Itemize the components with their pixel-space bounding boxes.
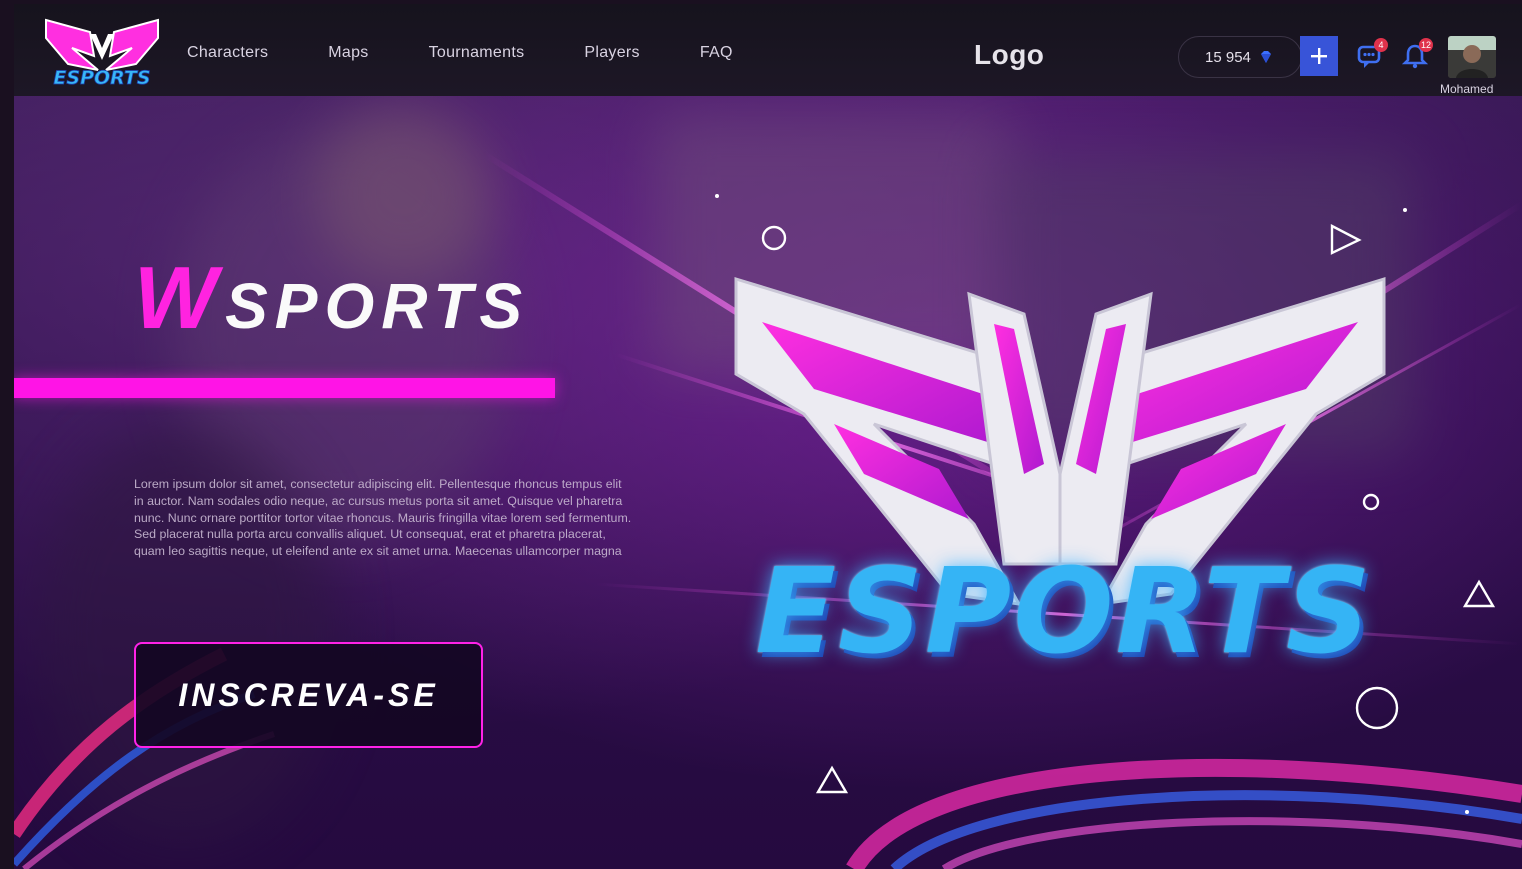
wallet-balance[interactable]: 15 954: [1178, 36, 1302, 78]
emblem-esports-text: ESPORTS: [755, 542, 1373, 680]
nav-item-maps[interactable]: Maps: [328, 44, 368, 62]
nav-item-characters[interactable]: Characters: [187, 44, 268, 62]
hero-title: W SPORTS: [134, 254, 529, 342]
nav-item-faq[interactable]: FAQ: [700, 44, 733, 62]
background-photo-blob: [654, 114, 1014, 374]
wallet-amount: 15 954: [1205, 48, 1251, 66]
neon-swirl-right: [846, 758, 1522, 869]
logo-text[interactable]: Logo: [974, 39, 1044, 71]
signup-button[interactable]: INSCREVA-SE: [134, 642, 483, 748]
brand-logo-text: ESPORTS: [53, 67, 150, 89]
hero-title-rest: SPORTS: [225, 270, 530, 342]
user-name[interactable]: Mohamed: [1440, 82, 1493, 96]
messages-badge: 4: [1374, 38, 1388, 52]
notifications-button[interactable]: 12: [1401, 38, 1433, 72]
brand-logo[interactable]: ESPORTS: [38, 12, 166, 90]
nav-menu: Characters Maps Tournaments Players FAQ: [187, 44, 793, 62]
gem-icon: [1260, 51, 1271, 63]
plus-icon: [1311, 48, 1327, 64]
add-funds-button[interactable]: [1300, 36, 1338, 76]
hero-title-highlight: W: [134, 248, 217, 347]
hero-accent-bar: [14, 378, 555, 398]
nav-item-tournaments[interactable]: Tournaments: [429, 44, 525, 62]
hero-section: ESPORTS ESPORTS Characters Maps Tourname…: [14, 4, 1522, 869]
notifications-badge: 12: [1419, 38, 1433, 52]
user-photo-icon: [1448, 36, 1496, 78]
hero-description: Lorem ipsum dolor sit amet, consectetur …: [134, 477, 632, 558]
avatar[interactable]: [1448, 36, 1496, 78]
top-navigation-bar: ESPORTS Characters Maps Tournaments Play…: [14, 4, 1522, 96]
messages-button[interactable]: 4: [1356, 38, 1388, 72]
nav-item-players[interactable]: Players: [584, 44, 639, 62]
background-photo-blob: [994, 154, 1414, 454]
